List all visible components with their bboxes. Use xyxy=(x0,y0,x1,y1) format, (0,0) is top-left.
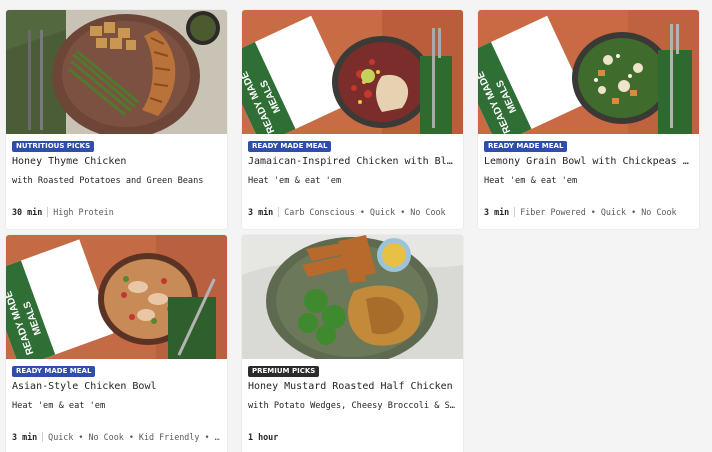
recipe-image[interactable]: READY MADE MEALS xyxy=(6,235,227,359)
ready-made-meal-photo: READY MADE MEALS xyxy=(478,10,699,134)
recipe-title[interactable]: Honey Thyme Chicken xyxy=(12,155,221,169)
category-badge: NUTRITIOUS PICKS xyxy=(12,141,95,152)
recipe-card[interactable]: NUTRITIOUS PICKS Honey Thyme Chicken wit… xyxy=(6,10,227,229)
recipe-tags: Fiber Powered • Quick • No Cook xyxy=(520,207,677,217)
recipe-image[interactable]: READY MADE MEALS xyxy=(242,10,463,134)
recipe-card[interactable]: READY MADE MEALS READY MADE MEAL Jamaica… xyxy=(242,10,463,229)
recipe-meta: 3 min Fiber Powered • Quick • No Cook xyxy=(484,206,693,218)
recipe-subtitle: Heat 'em & eat 'em xyxy=(12,401,106,411)
category-badge: PREMIUM PICKS xyxy=(248,366,320,377)
recipe-subtitle: with Roasted Potatoes and Green Beans xyxy=(12,176,204,186)
meta-divider xyxy=(42,432,44,442)
ready-made-meal-photo: READY MADE MEALS xyxy=(242,10,463,134)
recipe-tags: Quick • No Cook • Kid Friendly • ... xyxy=(48,432,221,442)
recipe-subtitle: Heat 'em & eat 'em xyxy=(484,176,578,186)
cook-time: 3 min xyxy=(248,207,274,217)
category-badge: READY MADE MEAL xyxy=(12,366,96,377)
recipe-title[interactable]: Honey Mustard Roasted Half Chicken xyxy=(248,380,457,394)
recipe-title[interactable]: Asian-Style Chicken Bowl xyxy=(12,380,221,394)
recipe-subtitle: with Potato Wedges, Cheesy Broccoli & Sm… xyxy=(248,401,457,411)
meta-divider xyxy=(514,207,516,217)
meta-divider xyxy=(278,207,280,217)
recipe-card[interactable]: PREMIUM PICKS Honey Mustard Roasted Half… xyxy=(242,235,463,452)
half-chicken-plate-photo xyxy=(242,235,463,359)
ready-made-meal-photo: READY MADE MEALS xyxy=(6,235,227,359)
recipe-image[interactable]: READY MADE MEALS xyxy=(478,10,699,134)
meta-divider xyxy=(47,207,49,217)
cook-time: 30 min xyxy=(12,207,43,217)
recipe-meta: 3 min Quick • No Cook • Kid Friendly • .… xyxy=(12,431,221,443)
recipe-meta: 1 hour xyxy=(248,431,457,443)
cook-time: 1 hour xyxy=(248,432,279,442)
recipe-meta: 30 min High Protein xyxy=(12,206,221,218)
recipe-subtitle: Heat 'em & eat 'em xyxy=(248,176,342,186)
recipe-grid: NUTRITIOUS PICKS Honey Thyme Chicken wit… xyxy=(0,0,712,452)
chicken-plate-photo xyxy=(6,10,227,134)
recipe-card[interactable]: READY MADE MEALS READY MADE MEAL Asian-S… xyxy=(6,235,227,452)
recipe-image[interactable] xyxy=(6,10,227,134)
recipe-meta: 3 min Carb Conscious • Quick • No Cook xyxy=(248,206,457,218)
cook-time: 3 min xyxy=(12,432,38,442)
recipe-tags: High Protein xyxy=(53,207,114,217)
recipe-title[interactable]: Lemony Grain Bowl with Chickpeas and Chi… xyxy=(484,155,693,169)
cook-time: 3 min xyxy=(484,207,510,217)
category-badge: READY MADE MEAL xyxy=(248,141,332,152)
recipe-image[interactable] xyxy=(242,235,463,359)
recipe-tags: Carb Conscious • Quick • No Cook xyxy=(284,207,446,217)
category-badge: READY MADE MEAL xyxy=(484,141,568,152)
recipe-card[interactable]: READY MADE MEALS READY MADE MEAL Lemony … xyxy=(478,10,699,229)
recipe-title[interactable]: Jamaican-Inspired Chicken with Black Bea… xyxy=(248,155,457,169)
